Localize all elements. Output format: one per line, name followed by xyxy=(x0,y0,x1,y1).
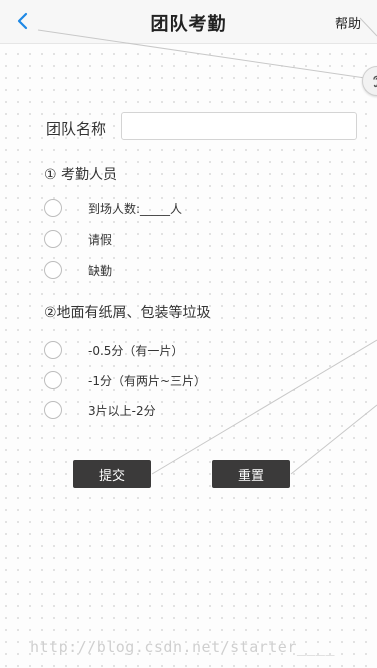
option-absent[interactable]: 缺勤 xyxy=(44,260,344,282)
team-name-label: 团队名称 xyxy=(46,120,107,138)
option-label: -0.5分（有一片） xyxy=(88,344,184,358)
radio-button[interactable] xyxy=(44,261,62,279)
side-helper-button[interactable] xyxy=(362,66,377,96)
option-minus-one[interactable]: -1分（有两片~三片） xyxy=(44,370,344,392)
option-label: 3片以上-2分 xyxy=(88,404,156,418)
section-attendance-title: ① 考勤人员 xyxy=(44,167,118,183)
option-label: 到场人数:_____人 xyxy=(88,202,183,216)
help-link[interactable]: 帮助 xyxy=(335,13,361,32)
option-label: -1分（有两片~三片） xyxy=(88,374,207,388)
submit-button[interactable]: 提交 xyxy=(73,460,151,488)
option-minus-two[interactable]: 3片以上-2分 xyxy=(44,400,344,422)
section-litter-title: ②地面有纸屑、包装等垃圾 xyxy=(44,305,211,321)
option-minus-half[interactable]: -0.5分（有一片） xyxy=(44,340,344,362)
radio-button[interactable] xyxy=(44,230,62,248)
option-label: 缺勤 xyxy=(88,264,113,278)
option-present-count[interactable]: 到场人数:_____人 xyxy=(44,198,344,220)
radio-button[interactable] xyxy=(44,371,62,389)
team-name-row: 团队名称 xyxy=(46,112,366,142)
option-label: 请假 xyxy=(88,233,113,247)
watermark: http://blog.csdn.net/starter____ xyxy=(30,638,335,656)
option-leave[interactable]: 请假 xyxy=(44,229,344,251)
reset-button[interactable]: 重置 xyxy=(212,460,290,488)
radio-button[interactable] xyxy=(44,401,62,419)
radio-button[interactable] xyxy=(44,199,62,217)
ear-icon xyxy=(373,75,377,88)
radio-button[interactable] xyxy=(44,341,62,359)
page-title: 团队考勤 xyxy=(150,14,227,35)
team-name-input[interactable] xyxy=(121,112,357,140)
top-bar: 团队考勤 帮助 xyxy=(0,0,377,44)
annotation-lines xyxy=(37,17,377,475)
